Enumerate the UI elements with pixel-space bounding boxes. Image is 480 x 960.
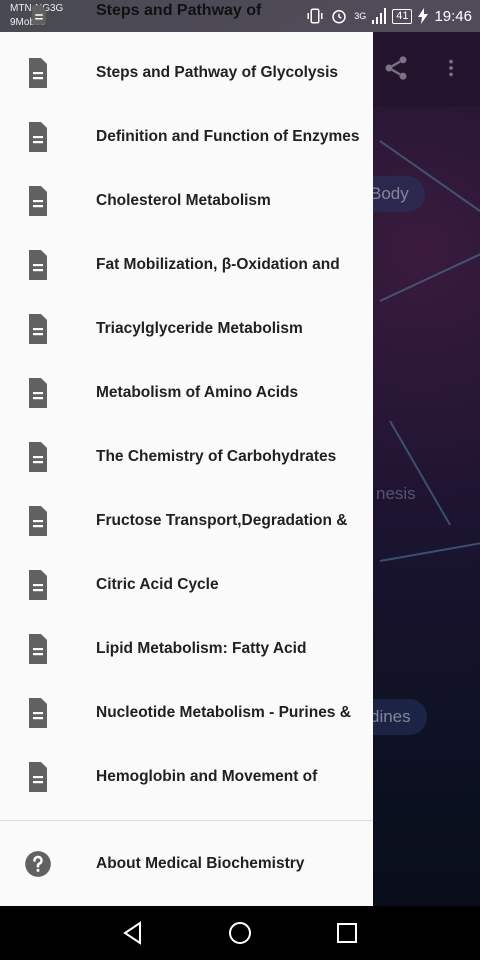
document-icon [29, 58, 47, 88]
document-icon [29, 250, 47, 280]
document-icon [29, 442, 47, 472]
document-icon [29, 122, 47, 152]
drawer-item[interactable]: Citric Acid Cycle [0, 553, 373, 617]
document-icon [29, 762, 47, 792]
document-icon [29, 570, 47, 600]
recents-icon[interactable] [332, 918, 362, 948]
drawer-item-label: Hemoglobin and Movement of [96, 768, 318, 785]
alarm-icon [332, 10, 346, 24]
help-circle-icon [25, 851, 51, 877]
document-icon [29, 186, 47, 216]
drawer-item[interactable]: The Chemistry of Carbohydrates [0, 425, 373, 489]
drawer-divider [0, 820, 373, 821]
vibrate-icon [307, 8, 323, 24]
back-icon[interactable] [118, 918, 148, 948]
drawer-item-label: Fructose Transport,Degradation & [96, 512, 348, 529]
clock: 19:46 [434, 7, 472, 25]
charging-icon [418, 8, 429, 24]
drawer-item-label: Cholesterol Metabolism [96, 192, 271, 209]
battery-level: 41 [392, 8, 413, 24]
document-icon [29, 634, 47, 664]
drawer-item-label: Triacylglyceride Metabolism [96, 320, 303, 337]
drawer-item[interactable]: Nucleotide Metabolism - Purines & [0, 681, 373, 745]
drawer-item-label: Definition and Function of Enzymes [96, 128, 360, 145]
drawer-item[interactable]: Cholesterol Metabolism [0, 169, 373, 233]
drawer-item-label: Metabolism of Amino Acids [96, 384, 299, 401]
document-icon [29, 698, 47, 728]
drawer-item[interactable]: Definition and Function of Enzymes [0, 105, 373, 169]
status-bar: MTN-NG3G 9Mobile Steps and Pathway of 3G… [0, 0, 480, 32]
home-icon[interactable] [225, 918, 255, 948]
drawer-item[interactable]: Fat Mobilization, β-Oxidation and [0, 233, 373, 297]
drawer-item-label: Fat Mobilization, β-Oxidation and [96, 256, 340, 273]
drawer-item[interactable]: Hemoglobin and Movement of [0, 745, 373, 809]
drawer-item[interactable]: Lipid Metabolism: Fatty Acid [0, 617, 373, 681]
document-icon [29, 314, 47, 344]
drawer-item[interactable]: Metabolism of Amino Acids [0, 361, 373, 425]
drawer-item[interactable]: Steps and Pathway of Glycolysis [0, 41, 373, 105]
navigation-drawer: Steps and Pathway of Glycolysis Definitio… [0, 32, 373, 906]
about-item[interactable]: About Medical Biochemistry [0, 832, 373, 896]
drawer-item-label: Nucleotide Metabolism - Purines & [96, 704, 351, 721]
network-type-badge: 3G [354, 11, 367, 21]
drawer-peek-title: Steps and Pathway of [96, 2, 262, 19]
system-navigation-bar [0, 906, 480, 960]
drawer-item-label: Steps and Pathway of Glycolysis [96, 64, 339, 81]
drawer-item[interactable]: Fructose Transport,Degradation & [0, 489, 373, 553]
drawer-item-label: Lipid Metabolism: Fatty Acid [96, 640, 307, 657]
status-icons: 3G 41 19:46 [306, 0, 472, 32]
drawer-item-label: The Chemistry of Carbohydrates [96, 448, 337, 465]
document-icon [29, 378, 47, 408]
document-icon [29, 506, 47, 536]
signal-icon [372, 8, 387, 24]
drawer-item-label: Citric Acid Cycle [96, 576, 219, 593]
drawer-item[interactable]: Triacylglyceride Metabolism [0, 297, 373, 361]
about-item-label: About Medical Biochemistry [96, 855, 305, 872]
document-icon [32, 5, 46, 25]
